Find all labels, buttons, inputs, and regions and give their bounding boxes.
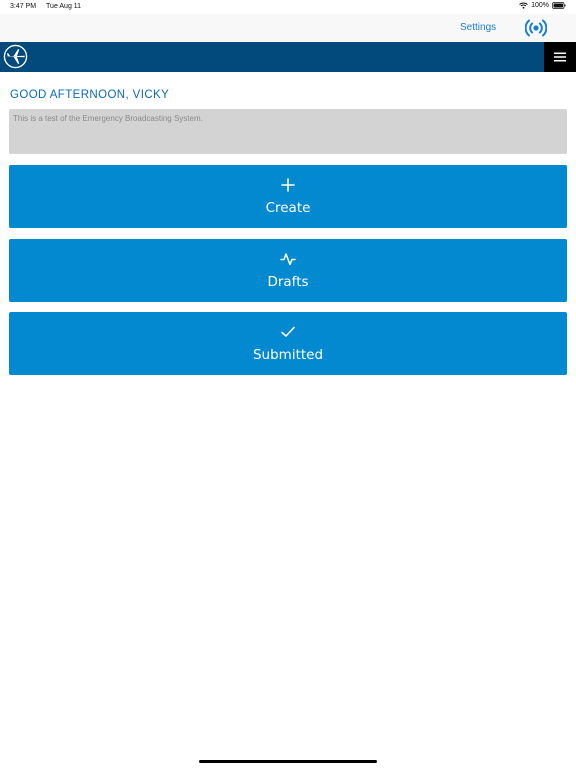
menu-button[interactable]: [544, 42, 576, 72]
airplane-logo-icon: [3, 44, 28, 69]
app-header: [0, 42, 576, 72]
create-button[interactable]: Create: [9, 165, 567, 228]
navigation-bar: Settings: [0, 14, 576, 42]
status-bar: 3:47 PM Tue Aug 11 100%: [0, 0, 576, 14]
submitted-label: Submitted: [252, 347, 324, 363]
home-indicator[interactable]: [199, 760, 377, 763]
broadcast-icon[interactable]: [525, 17, 547, 39]
status-time: 3:47 PM: [10, 3, 37, 10]
battery-icon: [552, 2, 566, 9]
submitted-button[interactable]: Submitted: [9, 312, 567, 375]
settings-button[interactable]: Settings: [460, 22, 496, 33]
status-indicators: 100%: [519, 2, 566, 9]
wifi-icon: [519, 2, 528, 9]
broadcast-message-box: This is a test of the Emergency Broadcas…: [9, 109, 567, 154]
status-date: Tue Aug 11: [46, 3, 82, 10]
status-time-date: 3:47 PM Tue Aug 11: [10, 3, 81, 10]
battery-percent: 100%: [531, 2, 549, 9]
hamburger-menu-icon: [554, 52, 566, 62]
checkmark-icon: [281, 326, 295, 337]
create-label: Create: [265, 200, 311, 216]
broadcast-message-text: This is a test of the Emergency Broadcas…: [13, 114, 203, 123]
greeting-heading: GOOD AFTERNOON, VICKY: [10, 89, 170, 101]
activity-icon: [280, 253, 296, 266]
drafts-label: Drafts: [267, 274, 309, 290]
plus-icon: [281, 178, 295, 192]
drafts-button[interactable]: Drafts: [9, 239, 567, 302]
